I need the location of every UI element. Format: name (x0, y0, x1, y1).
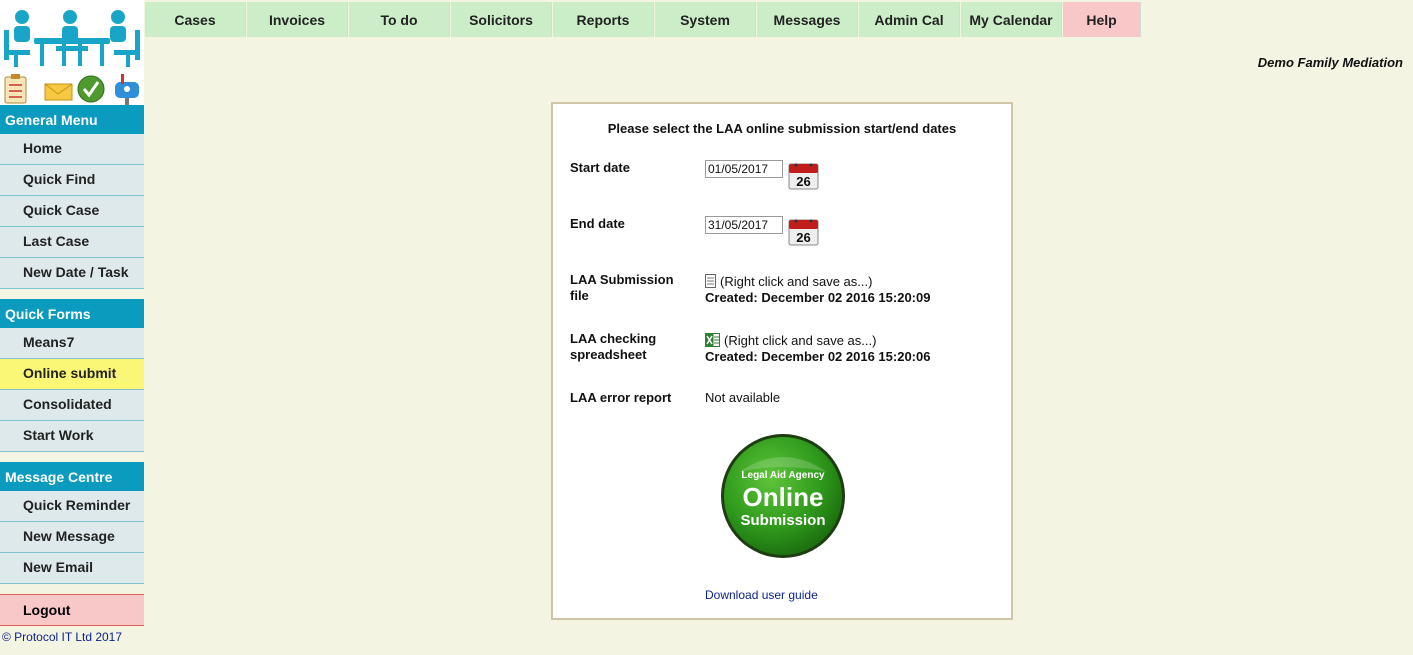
check-icon (77, 75, 105, 103)
app-logo (0, 0, 144, 105)
online-submission-button[interactable]: Legal Aid Agency Online Submission (719, 432, 847, 560)
copyright: © Protocol IT Ltd 2017 (2, 630, 123, 644)
error-report-label: LAA error report (570, 390, 672, 405)
sidebar-item-quick-find[interactable]: Quick Find (0, 165, 144, 196)
tab-system[interactable]: System (655, 2, 756, 37)
sidebar-item-last-case[interactable]: Last Case (0, 227, 144, 258)
start-date-label: Start date (570, 160, 630, 175)
checking-created: Created: December 02 2016 15:20:06 (705, 349, 931, 364)
tab-invoices[interactable]: Invoices (247, 2, 348, 37)
people-meeting-logo (4, 10, 140, 67)
tab-my-calendar[interactable]: My Calendar (961, 2, 1062, 37)
end-date-input[interactable] (705, 216, 783, 234)
end-date-calendar-icon[interactable]: 26 (788, 218, 819, 246)
submission-file-value: (Right click and save as...) Created: De… (705, 274, 930, 306)
sidebar-item-consolidated[interactable]: Consolidated (0, 390, 144, 421)
badge-line1: Legal Aid Agency (741, 470, 825, 481)
tab-cases[interactable]: Cases (145, 2, 246, 37)
online-submission-panel: Please select the LAA online submission … (551, 102, 1013, 620)
sidebar-item-new-email[interactable]: New Email (0, 553, 144, 584)
tab-messages[interactable]: Messages (757, 2, 858, 37)
sidebar-item-means7[interactable]: Means7 (0, 328, 144, 359)
start-date-calendar-icon[interactable]: 26 (788, 162, 819, 190)
sidebar-item-home[interactable]: Home (0, 134, 144, 165)
checking-spreadsheet-label: LAA checking spreadsheet (570, 331, 657, 362)
end-date-label: End date (570, 216, 625, 231)
company-name: Demo Family Mediation (1257, 55, 1403, 70)
mailbox-icon (115, 74, 139, 105)
sidebar-item-new-message[interactable]: New Message (0, 522, 144, 553)
badge-line3: Submission (740, 512, 825, 529)
top-navigation: Cases Invoices To do Solicitors Reports … (145, 2, 1142, 37)
sidebar-item-start-work[interactable]: Start Work (0, 421, 144, 452)
sidebar: General Menu Home Quick Find Quick Case … (0, 105, 144, 626)
badge-line2: Online (743, 482, 824, 512)
tab-todo[interactable]: To do (349, 2, 450, 37)
submission-file-hint: (Right click and save as...) (720, 274, 873, 289)
checking-spreadsheet-hint: (Right click and save as...) (724, 333, 877, 348)
sidebar-item-online-submit[interactable]: Online submit (0, 359, 144, 390)
panel-title: Please select the LAA online submission … (607, 121, 957, 136)
text-file-icon[interactable] (705, 274, 716, 288)
excel-file-icon[interactable] (705, 333, 720, 347)
sidebar-item-quick-case[interactable]: Quick Case (0, 196, 144, 227)
general-menu-heading: General Menu (0, 105, 144, 134)
logout-button[interactable]: Logout (0, 594, 144, 626)
error-report-value: Not available (705, 390, 781, 405)
message-centre-heading: Message Centre (0, 462, 144, 491)
clipboard-icon (4, 74, 27, 104)
download-user-guide-link[interactable]: Download user guide (705, 588, 818, 602)
sidebar-item-quick-reminder[interactable]: Quick Reminder (0, 491, 144, 522)
start-date-input[interactable] (705, 160, 783, 178)
tab-solicitors[interactable]: Solicitors (451, 2, 552, 37)
submission-created: Created: December 02 2016 15:20:09 (705, 290, 931, 305)
submission-file-label: LAA Submission file (570, 272, 674, 303)
tab-admin-cal[interactable]: Admin Cal (859, 2, 960, 37)
end-calendar-day: 26 (796, 230, 810, 245)
start-calendar-day: 26 (796, 174, 810, 189)
checking-spreadsheet-value: (Right click and save as...) Created: De… (705, 333, 930, 365)
sidebar-item-new-date-task[interactable]: New Date / Task (0, 258, 144, 289)
envelope-icon (44, 83, 73, 101)
tab-help[interactable]: Help (1063, 2, 1141, 37)
tab-reports[interactable]: Reports (553, 2, 654, 37)
quick-forms-heading: Quick Forms (0, 299, 144, 328)
